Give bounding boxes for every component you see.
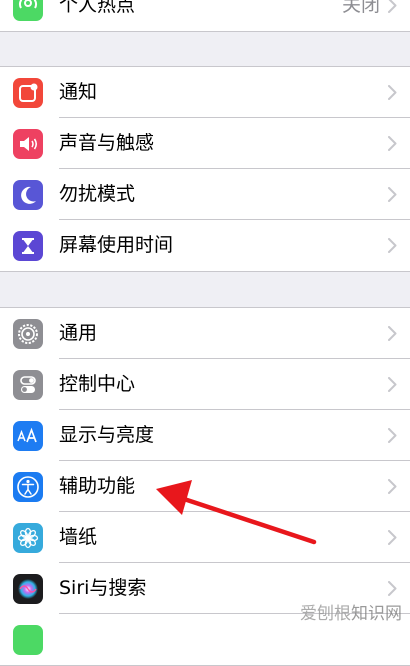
settings-row-label: 墙纸: [59, 526, 98, 548]
chevron-right-icon: [388, 118, 397, 169]
text-size-icon: [13, 421, 43, 451]
settings-group-network: 个人热点 关闭: [0, 0, 410, 32]
settings-row-value: 关闭: [341, 0, 380, 16]
settings-row-label: 通用: [59, 322, 98, 344]
settings-row-label: 通知: [59, 81, 98, 103]
settings-row-control-center[interactable]: 控制中心: [0, 359, 410, 410]
speaker-icon: [13, 129, 43, 159]
settings-group-notifications: 通知 声音与触感 勿扰模式 屏幕使用时间: [0, 66, 410, 272]
settings-row-label: 控制中心: [59, 373, 136, 395]
siri-icon: [13, 574, 43, 604]
settings-row-label: 勿扰模式: [59, 183, 136, 205]
settings-row-accessibility[interactable]: 辅助功能: [0, 461, 410, 512]
settings-row-screen-time[interactable]: 屏幕使用时间: [0, 220, 410, 271]
moon-icon: [13, 180, 43, 210]
settings-row-label: 个人热点: [59, 0, 136, 16]
toggles-icon: [13, 370, 43, 400]
watermark: 爱刨根知识网: [300, 599, 402, 624]
accessibility-icon: [13, 472, 43, 502]
settings-row-label: Siri与搜索: [59, 577, 147, 599]
settings-row-do-not-disturb[interactable]: 勿扰模式: [0, 169, 410, 220]
settings-row-general[interactable]: 通用: [0, 308, 410, 359]
watermark-text: 知识网: [351, 604, 402, 624]
chevron-right-icon: [388, 461, 397, 512]
settings-row-notifications[interactable]: 通知: [0, 67, 410, 118]
settings-row-wallpaper[interactable]: 墙纸: [0, 512, 410, 563]
notifications-icon: [13, 78, 43, 108]
chevron-right-icon: [388, 410, 397, 461]
settings-row-label: 辅助功能: [59, 475, 136, 497]
settings-row-personal-hotspot[interactable]: 个人热点 关闭: [0, 0, 410, 31]
chevron-right-icon: [388, 67, 397, 118]
chevron-right-icon: [388, 308, 397, 359]
chevron-right-icon: [388, 220, 397, 271]
gear-icon: [13, 319, 43, 349]
watermark-brand: 爱刨根: [300, 604, 351, 624]
hourglass-icon: [13, 231, 43, 261]
settings-row-sounds-haptics[interactable]: 声音与触感: [0, 118, 410, 169]
settings-row-label: 屏幕使用时间: [59, 234, 174, 256]
hotspot-icon: [13, 0, 43, 21]
settings-row-label: 显示与亮度: [59, 424, 155, 446]
chevron-right-icon: [388, 0, 397, 31]
chevron-right-icon: [388, 359, 397, 410]
settings-row-display-brightness[interactable]: 显示与亮度: [0, 410, 410, 461]
flower-icon: [13, 523, 43, 553]
chevron-right-icon: [388, 169, 397, 220]
settings-row-label: 声音与触感: [59, 132, 155, 154]
chevron-right-icon: [388, 512, 397, 563]
